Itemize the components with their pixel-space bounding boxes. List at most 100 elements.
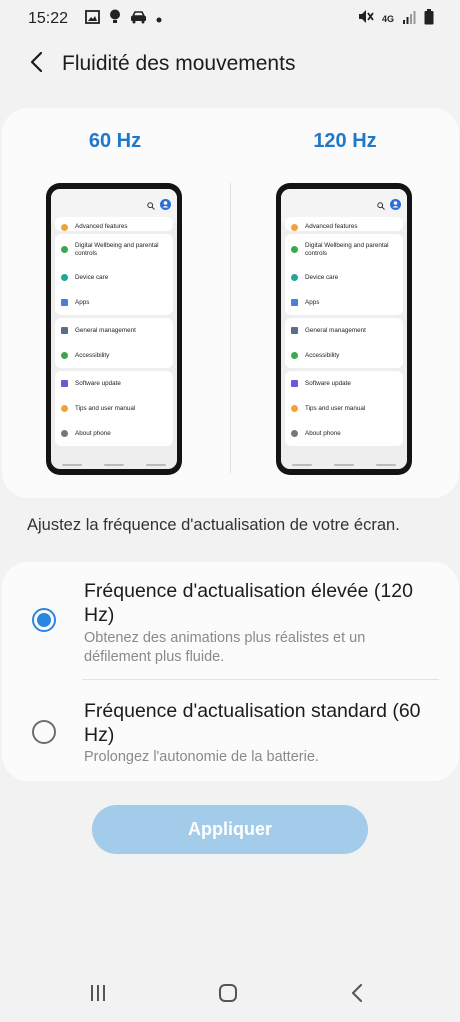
list-item: Accessibility: [285, 343, 403, 368]
list-item-label: Accessibility: [305, 351, 340, 359]
label-60hz: 60 Hz: [88, 130, 142, 152]
phone-group: Digital Wellbeing and parental controls …: [285, 234, 403, 315]
profile-icon: [390, 197, 401, 215]
about-phone-icon: [291, 430, 298, 437]
apply-button[interactable]: Appliquer: [92, 805, 368, 854]
phone-preview-60hz: Advanced features Digital Wellbeing and …: [46, 183, 182, 475]
advanced-features-icon: [291, 224, 298, 231]
wellbeing-icon: [291, 246, 298, 253]
location-icon: [109, 9, 121, 29]
label-120hz: 120 Hz: [313, 130, 377, 152]
recents-button[interactable]: [78, 982, 118, 1008]
option-subtitle: Obtenez des animations plus réalistes et…: [84, 630, 366, 665]
dot-icon: [156, 10, 162, 28]
phone-preview-120hz: Advanced features Digital Wellbeing and …: [276, 183, 412, 475]
list-item-label: About phone: [305, 429, 341, 437]
back-icon: [351, 983, 363, 1007]
tips-icon: [291, 405, 298, 412]
accessibility-icon: [291, 352, 298, 359]
list-item-label: Tips and user manual: [305, 404, 366, 412]
list-item: Apps: [55, 290, 173, 315]
list-item: General management: [285, 318, 403, 343]
list-item: Advanced features: [285, 217, 403, 231]
phone-group: Advanced features: [285, 217, 403, 231]
options-card: Fréquence d'actualisation élevée (120 Hz…: [2, 562, 459, 781]
search-icon: [377, 197, 385, 215]
list-item-label: General management: [305, 326, 366, 334]
list-item: Apps: [285, 290, 403, 315]
network-type: 4G: [381, 13, 394, 24]
back-button[interactable]: [10, 38, 62, 90]
phone-group: Digital Wellbeing and parental controls …: [55, 234, 173, 315]
option-subtitle: Prolongez l'autonomie de la batterie.: [84, 749, 319, 765]
option-title: Fréquence d'actualisation standard (60 H…: [84, 700, 421, 746]
list-item-label: Device care: [305, 273, 339, 281]
phone-group: Software update Tips and user manual Abo…: [285, 371, 403, 446]
option-title: Fréquence d'actualisation élevée (120 Hz…: [84, 580, 413, 626]
image-icon: [85, 9, 100, 29]
accessibility-icon: [61, 352, 68, 359]
list-item-label: Accessibility: [75, 351, 110, 359]
phone-nav-bar: [51, 464, 177, 466]
list-item: About phone: [55, 421, 173, 446]
list-item-label: Digital Wellbeing and parental controls: [75, 241, 159, 257]
list-item: Device care: [55, 265, 173, 290]
phone-group: General management Accessibility: [55, 318, 173, 368]
apps-icon: [291, 299, 298, 306]
phone-screen: Advanced features Digital Wellbeing and …: [51, 189, 177, 469]
refresh-rate-description: Ajustez la fréquence d'actualisation de …: [27, 516, 400, 534]
list-item: Advanced features: [55, 217, 173, 231]
profile-icon: [160, 197, 171, 215]
list-item: Software update: [285, 371, 403, 396]
general-management-icon: [291, 327, 298, 334]
advanced-features-icon: [61, 224, 68, 231]
about-phone-icon: [61, 430, 68, 437]
list-item-label: Tips and user manual: [75, 404, 136, 412]
app-header: Fluidité des mouvements: [0, 38, 460, 90]
wellbeing-icon: [61, 246, 68, 253]
list-item: Tips and user manual: [55, 396, 173, 421]
preview-divider: [230, 183, 231, 473]
phone-screen: Advanced features Digital Wellbeing and …: [281, 189, 407, 469]
phone-group: General management Accessibility: [285, 318, 403, 368]
mute-icon: [358, 9, 374, 29]
list-item: About phone: [285, 421, 403, 446]
signal-icon: [402, 10, 416, 29]
list-item-label: Apps: [305, 298, 320, 306]
page-title: Fluidité des mouvements: [62, 52, 296, 75]
back-arrow-icon: [29, 51, 43, 78]
list-item: Device care: [285, 265, 403, 290]
radio-standard-refresh[interactable]: [32, 720, 56, 744]
software-update-icon: [61, 380, 68, 387]
list-item-label: Advanced features: [305, 223, 358, 231]
car-icon: [130, 10, 147, 29]
status-time: 15:22: [28, 10, 69, 27]
list-item-label: General management: [75, 326, 136, 334]
phone-nav-bar: [281, 464, 407, 466]
system-nav-bar: [0, 968, 460, 1022]
general-management-icon: [61, 327, 68, 334]
home-icon: [218, 983, 238, 1007]
list-item: Digital Wellbeing and parental controls: [55, 234, 173, 265]
apps-icon: [61, 299, 68, 306]
status-bar: 15:22 4G: [0, 0, 460, 38]
device-care-icon: [291, 274, 298, 281]
list-item-label: Apps: [75, 298, 90, 306]
recents-icon: [89, 984, 107, 1007]
option-standard-refresh[interactable]: Fréquence d'actualisation standard (60 H…: [2, 680, 459, 781]
list-item: Digital Wellbeing and parental controls: [285, 234, 403, 265]
list-item-label: Advanced features: [75, 223, 128, 231]
nav-back-button[interactable]: [337, 982, 377, 1008]
list-item-label: About phone: [75, 429, 111, 437]
list-item-label: Software update: [75, 379, 121, 387]
preview-card: 60 Hz 120 Hz Advanced features Digital W…: [2, 108, 459, 498]
home-button[interactable]: [208, 982, 248, 1008]
phone-group: Advanced features: [55, 217, 173, 231]
tips-icon: [61, 405, 68, 412]
radio-high-refresh[interactable]: [32, 608, 56, 632]
list-item: Software update: [55, 371, 173, 396]
option-high-refresh[interactable]: Fréquence d'actualisation élevée (120 Hz…: [2, 562, 459, 679]
list-item: Accessibility: [55, 343, 173, 368]
list-item-label: Software update: [305, 379, 351, 387]
list-item: General management: [55, 318, 173, 343]
